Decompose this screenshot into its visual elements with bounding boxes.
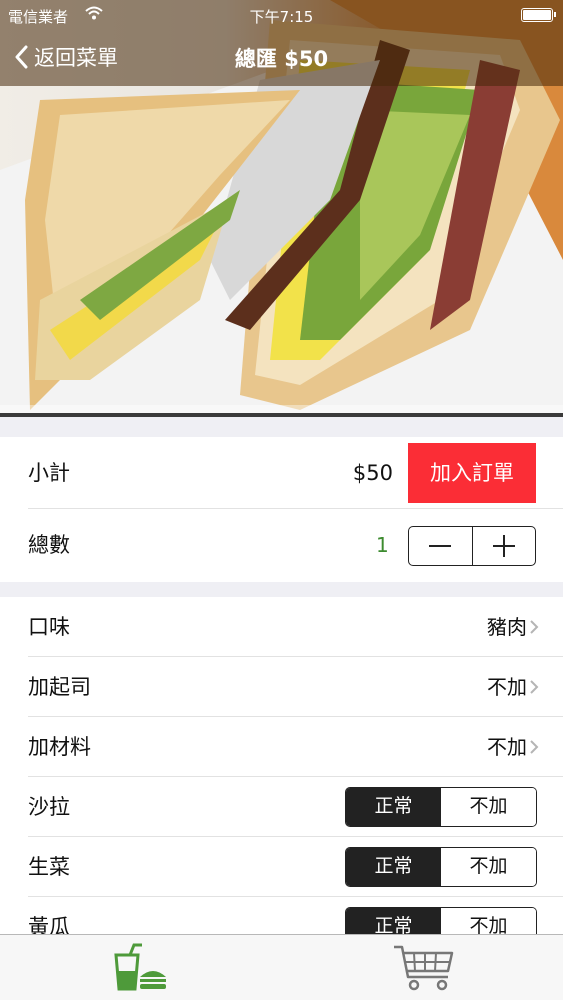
chevron-right-icon	[530, 740, 539, 754]
option-row-extra[interactable]: 加材料 不加	[0, 717, 563, 777]
chevron-right-icon	[530, 680, 539, 694]
toggle-row-salad: 沙拉 正常 不加	[0, 777, 563, 837]
shopping-cart-icon	[394, 945, 454, 991]
minus-icon	[429, 545, 452, 547]
segment-none[interactable]: 不加	[441, 848, 536, 886]
decrease-quantity-button[interactable]	[409, 527, 473, 565]
subtotal-value: $50	[352, 461, 393, 485]
tab-bar	[0, 934, 563, 1000]
menu-food-icon	[114, 943, 166, 991]
status-bar: 電信業者 下午7:15	[0, 0, 563, 30]
lettuce-segmented-control: 正常 不加	[345, 847, 537, 887]
option-row-cheese[interactable]: 加起司 不加	[0, 657, 563, 717]
cucumber-segmented-control: 正常 不加	[345, 907, 537, 937]
order-summary-section: 小計 $50 加入訂單 總數 1	[0, 437, 563, 582]
photo-bottom-edge	[0, 413, 563, 417]
increase-quantity-button[interactable]	[473, 527, 536, 565]
option-value: 不加	[487, 675, 527, 699]
option-value: 不加	[487, 735, 527, 759]
quantity-stepper	[408, 526, 536, 566]
toggle-label: 沙拉	[28, 795, 70, 819]
segment-normal[interactable]: 正常	[346, 908, 441, 937]
quantity-value: 1	[376, 533, 389, 557]
navigation-bar: 返回菜單 總匯 $50	[0, 30, 563, 86]
option-value: 豬肉	[487, 615, 527, 639]
page-title: 總匯 $50	[234, 47, 329, 71]
option-row-flavor[interactable]: 口味 豬肉	[0, 597, 563, 657]
subtotal-label: 小計	[28, 461, 70, 485]
toggle-label: 生菜	[28, 855, 70, 879]
tab-cart[interactable]	[392, 943, 456, 993]
toggle-row-lettuce: 生菜 正常 不加	[0, 837, 563, 897]
toggle-label: 黃瓜	[28, 915, 70, 937]
option-label: 加材料	[28, 735, 91, 759]
segment-normal[interactable]: 正常	[346, 848, 441, 886]
tab-menu[interactable]	[110, 943, 174, 993]
battery-icon	[521, 8, 556, 22]
quantity-row: 總數 1	[0, 509, 563, 581]
subtotal-row: 小計 $50 加入訂單	[0, 437, 563, 509]
segment-none[interactable]: 不加	[441, 908, 536, 937]
status-time: 下午7:15	[249, 8, 314, 26]
option-label: 加起司	[28, 675, 91, 699]
plus-icon	[492, 535, 515, 557]
add-to-order-button[interactable]: 加入訂單	[408, 443, 536, 503]
segment-normal[interactable]: 正常	[346, 788, 441, 826]
segment-none[interactable]: 不加	[441, 788, 536, 826]
salad-segmented-control: 正常 不加	[345, 787, 537, 827]
options-section: 口味 豬肉 加起司 不加 加材料 不加 沙拉 正常 不加 生菜 正常 不加 黃瓜…	[0, 597, 563, 937]
option-label: 口味	[28, 615, 70, 639]
toggle-row-cucumber: 黃瓜 正常 不加	[0, 897, 563, 937]
quantity-label: 總數	[28, 533, 70, 557]
chevron-right-icon	[530, 620, 539, 634]
